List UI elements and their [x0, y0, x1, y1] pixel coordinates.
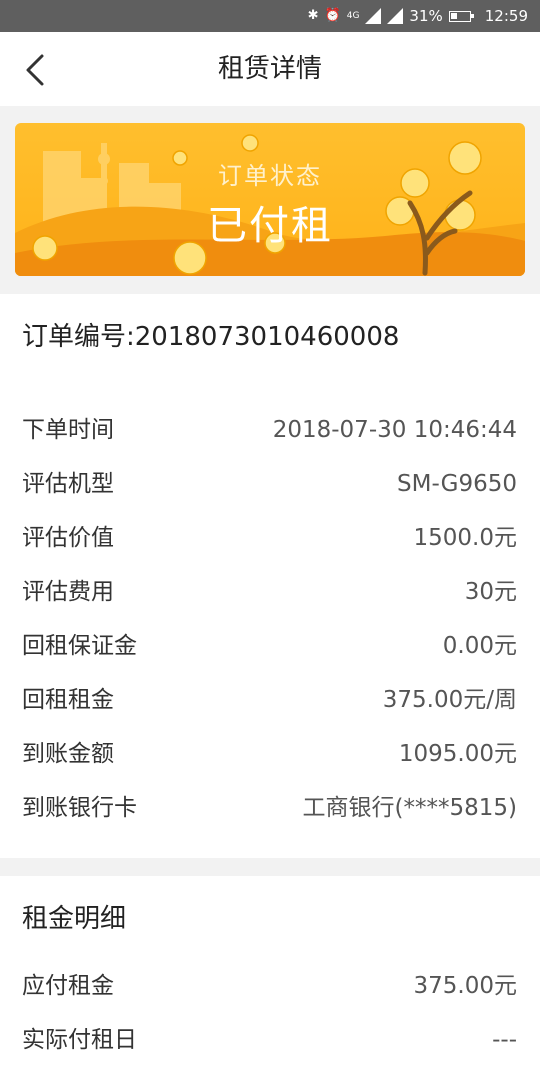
battery-icon: [448, 10, 474, 22]
row-value: ---: [492, 1027, 517, 1053]
signal-icon-2: [387, 8, 404, 24]
row-value: 375.00元: [413, 973, 517, 999]
status-bar: ✱ ⏰ 4G 31% 12:59: [0, 0, 540, 32]
network-label: 4G: [346, 11, 360, 21]
row-value: 2018-07-30 10:46:44: [272, 417, 517, 443]
alarm-icon: ⏰: [324, 8, 341, 23]
rent-detail-title: 租金明细: [22, 904, 127, 934]
row-label: 评估费用: [22, 579, 114, 605]
row-value: 375.00元/周: [382, 687, 517, 713]
banner-area: 订单状态 已付租: [0, 106, 540, 294]
order-row-value: 评估价值 1500.0元: [22, 518, 517, 558]
back-button[interactable]: [18, 52, 54, 88]
page-title: 租赁详情: [217, 54, 322, 84]
row-label: 到账金额: [22, 741, 114, 767]
row-label: 评估价值: [22, 525, 114, 551]
row-label: 实际付租日: [22, 1027, 137, 1053]
row-label: 回租租金: [22, 687, 114, 713]
row-value: 1500.0元: [413, 525, 517, 551]
bluetooth-icon: ✱: [307, 8, 319, 23]
row-value: 1095.00元: [398, 741, 517, 767]
order-number-label: 订单编号:: [22, 322, 135, 352]
order-status-banner: 订单状态 已付租: [15, 123, 525, 276]
order-row-fee: 评估费用 30元: [22, 572, 517, 612]
order-row-deposit: 回租保证金 0.00元: [22, 626, 517, 666]
status-icons: ✱ ⏰ 4G 31% 12:59: [308, 0, 528, 32]
row-label: 下单时间: [22, 417, 114, 443]
rent-row-payable: 应付租金 375.00元: [22, 966, 517, 1006]
order-row-received: 到账金额 1095.00元: [22, 734, 517, 774]
row-label: 回租保证金: [22, 633, 137, 659]
order-row-bank-card: 到账银行卡 工商银行(****5815): [22, 788, 517, 828]
signal-icon: [365, 8, 382, 24]
rent-detail-section: 租金明细 应付租金 375.00元 实际付租日 ---: [0, 876, 540, 1080]
row-label: 应付租金: [22, 973, 114, 999]
battery-percent: 31%: [409, 7, 443, 25]
row-value: 0.00元: [442, 633, 517, 659]
order-status-label: 订单状态: [218, 162, 322, 190]
order-row-model: 评估机型 SM-G9650: [22, 464, 517, 504]
row-value: SM-G9650: [397, 471, 517, 497]
row-label: 评估机型: [22, 471, 114, 497]
order-status-value: 已付租: [207, 203, 333, 249]
chevron-left-icon: [26, 54, 44, 86]
clock: 12:59: [484, 7, 528, 25]
row-value: 30元: [464, 579, 517, 605]
row-value: 工商银行(****5815): [302, 795, 517, 821]
row-label: 到账银行卡: [22, 795, 137, 821]
rent-row-actual-date: 实际付租日 ---: [22, 1020, 517, 1060]
order-row-rent: 回租租金 375.00元/周: [22, 680, 517, 720]
order-row-time: 下单时间 2018-07-30 10:46:44: [22, 410, 517, 450]
order-info-section: 订单编号:2018073010460008 下单时间 2018-07-30 10…: [0, 294, 540, 858]
order-number: 订单编号:2018073010460008: [22, 316, 399, 353]
nav-bar: 租赁详情: [0, 32, 540, 106]
order-number-value: 2018073010460008: [134, 322, 400, 352]
